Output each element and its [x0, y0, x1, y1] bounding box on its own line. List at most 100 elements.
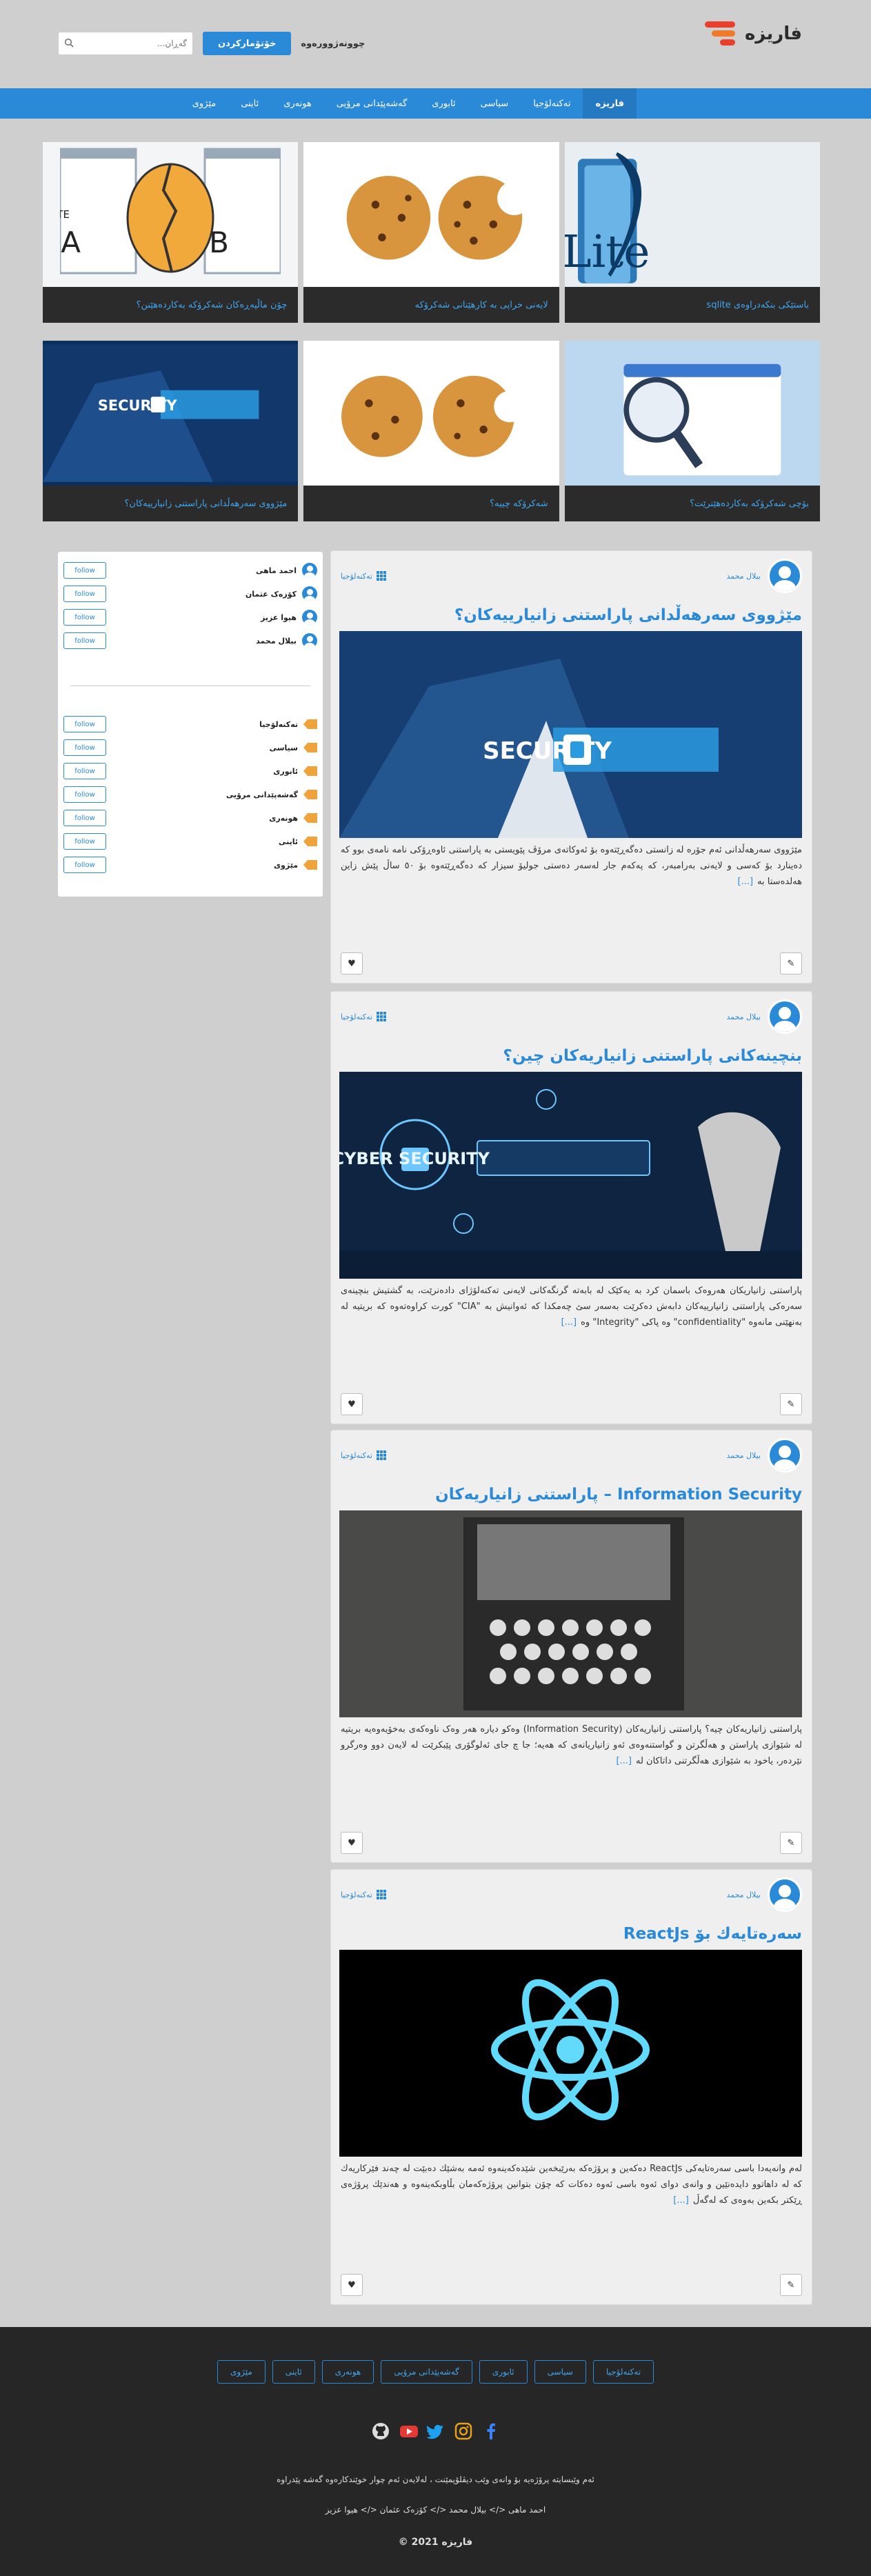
post-image[interactable]: [339, 1510, 802, 1717]
footer-link-politics[interactable]: سیاسی: [534, 2360, 586, 2384]
featured-card-cookie-websites[interactable]: WEBSITE A WEBSITE B چۆن ماڵپەڕەکان شەکرۆ…: [43, 142, 299, 323]
post-card: بیلال محمد تەکنەلۆجیا مێژووی سەرهەڵدانی …: [330, 550, 812, 984]
author-name[interactable]: بیلال محمد: [726, 572, 761, 581]
edit-icon[interactable]: ✎: [780, 1393, 802, 1415]
category-label[interactable]: تەکنەلۆجیا: [341, 1890, 372, 1899]
follow-button[interactable]: follow: [63, 810, 106, 826]
login-link[interactable]: چوونەژوورەوە: [301, 39, 365, 49]
follow-button[interactable]: follow: [63, 586, 106, 602]
footer-link-history[interactable]: مێژوی: [217, 2360, 266, 2384]
nav-item-art[interactable]: هونەری: [271, 88, 324, 119]
read-more-link[interactable]: [...]: [738, 877, 754, 887]
read-more-link[interactable]: [...]: [561, 1317, 577, 1328]
read-more-link[interactable]: [...]: [673, 2195, 689, 2206]
category-name[interactable]: هونەری: [269, 814, 298, 823]
footer-link-development[interactable]: گەشەپێدانی مرۆیی: [381, 2360, 472, 2384]
follow-button[interactable]: follow: [63, 786, 106, 803]
footer-link-religion[interactable]: ئاینی: [272, 2360, 315, 2384]
github-icon[interactable]: [372, 2422, 390, 2440]
post-category[interactable]: تەکنەلۆجیا: [341, 1012, 386, 1021]
twitter-icon[interactable]: [426, 2422, 445, 2440]
follow-button[interactable]: follow: [63, 632, 106, 649]
featured-card-sqlite[interactable]: SQLite باستێکی بنکەدراوەی sqlite: [564, 142, 820, 323]
user-name[interactable]: هیوا عزیز: [261, 613, 297, 622]
post-category[interactable]: تەکنەلۆجیا: [341, 571, 386, 581]
author-name[interactable]: بیلال محمد: [726, 1012, 761, 1021]
author-name[interactable]: بیلال محمد: [726, 1451, 761, 1460]
follow-button[interactable]: follow: [63, 833, 106, 850]
nav-item-politics[interactable]: سیاسی: [468, 88, 521, 119]
featured-caption[interactable]: شەکرۆکە چییە؟: [303, 486, 559, 521]
edit-icon[interactable]: ✎: [780, 2274, 802, 2296]
post-author[interactable]: بیلال محمد: [726, 999, 802, 1034]
nav-item-home[interactable]: فاریزە: [583, 88, 637, 119]
follow-button[interactable]: follow: [63, 562, 106, 579]
featured-caption[interactable]: چۆن ماڵپەڕەکان شەکرۆکە بەکاردەهێنن؟: [43, 287, 299, 323]
featured-caption[interactable]: بۆچی شەکرۆکە بەکاردەهێنرێت؟: [564, 486, 820, 521]
youtube-icon[interactable]: [399, 2422, 418, 2440]
nav-item-economy[interactable]: ئابوری: [419, 88, 468, 119]
user-name[interactable]: احمد ماهی: [256, 566, 297, 575]
category-name[interactable]: گەشەپێدانی مرۆیی: [226, 790, 298, 799]
nav-item-religion[interactable]: ئاینی: [228, 88, 271, 119]
post-category[interactable]: تەکنەلۆجیا: [341, 1890, 386, 1899]
post-author[interactable]: بیلال محمد: [726, 559, 802, 593]
follow-button[interactable]: follow: [63, 609, 106, 626]
nav-item-history[interactable]: مێژوی: [180, 88, 229, 119]
heart-icon[interactable]: ♥: [341, 1393, 363, 1415]
heart-icon[interactable]: ♥: [341, 952, 363, 975]
follow-button[interactable]: follow: [63, 716, 106, 732]
category-label[interactable]: تەکنەلۆجیا: [341, 1451, 372, 1460]
edit-icon[interactable]: ✎: [780, 952, 802, 975]
post-title[interactable]: مێژووی سەرهەڵدانی پاراستنی زانیارییەکان؟: [341, 601, 802, 630]
footer-link-art[interactable]: هونەری: [321, 2360, 374, 2384]
edit-icon[interactable]: ✎: [780, 1832, 802, 1854]
facebook-icon[interactable]: [482, 2422, 500, 2440]
post-author[interactable]: بیلال محمد: [726, 1877, 802, 1912]
category-label[interactable]: تەکنەلۆجیا: [341, 1012, 372, 1021]
footer-link-economy[interactable]: ئابوری: [479, 2360, 528, 2384]
heart-icon[interactable]: ♥: [341, 1832, 363, 1854]
category-name[interactable]: ئابوری: [273, 767, 298, 776]
category-name[interactable]: سیاسی: [270, 743, 298, 752]
nav-item-technology[interactable]: تەکنەلۆجیا: [521, 88, 583, 119]
footer-developers: احمد ماهی </> بیلال محمد </> کۆزەک عثمان…: [325, 2505, 546, 2515]
read-more-link[interactable]: [...]: [616, 1756, 632, 1766]
search-icon[interactable]: [64, 38, 74, 49]
post-excerpt: لەم وانەیەدا باسی سەرەتایەکی ReactJs دەک…: [341, 2161, 802, 2208]
follow-button[interactable]: follow: [63, 763, 106, 779]
react-logo-image[interactable]: [339, 1950, 802, 2157]
site-logo[interactable]: فاریزە: [671, 17, 802, 51]
category-name[interactable]: ئاینی: [279, 837, 298, 846]
heart-icon[interactable]: ♥: [341, 2274, 363, 2296]
featured-card-what-cookie[interactable]: شەکرۆکە چییە؟: [303, 341, 559, 521]
user-name[interactable]: بیلال محمد: [256, 637, 297, 646]
featured-card-security-history[interactable]: SECURITY مێژووی سەرهەڵدانی پاراستنی زانی…: [43, 341, 299, 521]
post-excerpt: پاراستنی زانیاریەکان چیە؟ پاراستنی زانیا…: [341, 1721, 802, 1769]
footer-link-technology[interactable]: تەکنەلۆجیا: [592, 2360, 654, 2384]
featured-card-cookie-harm[interactable]: لایەنی خراپی بە کارهێنانی شەکرۆکە: [303, 142, 559, 323]
post-title[interactable]: سەرەتایەك بۆ ReactJs: [341, 1919, 802, 1948]
featured-card-cookie-why[interactable]: بۆچی شەکرۆکە بەکاردەهێنرێت؟: [564, 341, 820, 521]
category-name[interactable]: مێژوی: [274, 861, 298, 870]
post-image[interactable]: SECURITY: [339, 631, 802, 838]
post-title[interactable]: بنچینەکانی پاراستنی زانیاریەکان چین؟: [341, 1041, 802, 1070]
category-label[interactable]: تەکنەلۆجیا: [341, 572, 372, 581]
post-image[interactable]: CYBER SECURITY: [339, 1072, 802, 1279]
instagram-icon[interactable]: [454, 2422, 472, 2440]
post-title[interactable]: Information Security – پاراستنی زانیاریە…: [341, 1480, 802, 1509]
featured-caption[interactable]: لایەنی خراپی بە کارهێنانی شەکرۆکە: [303, 287, 559, 323]
signup-button[interactable]: خۆتۆمارکردن: [203, 32, 292, 55]
logo-icon: [704, 19, 735, 49]
featured-caption[interactable]: مێژووی سەرهەڵدانی پاراستنی زانیارییەکان؟: [43, 486, 299, 521]
follow-button[interactable]: follow: [63, 739, 106, 756]
category-name[interactable]: تەکنەلۆجیا: [259, 720, 298, 729]
post-author[interactable]: بیلال محمد: [726, 1438, 802, 1472]
search-input[interactable]: [74, 39, 187, 48]
post-category[interactable]: تەکنەلۆجیا: [341, 1450, 386, 1460]
nav-item-development[interactable]: گەشەپێدانی مرۆیی: [324, 88, 419, 119]
featured-caption[interactable]: باستێکی بنکەدراوەی sqlite: [564, 287, 820, 323]
author-name[interactable]: بیلال محمد: [726, 1890, 761, 1899]
user-name[interactable]: کۆزەک عثمان: [246, 590, 297, 599]
follow-button[interactable]: follow: [63, 857, 106, 873]
